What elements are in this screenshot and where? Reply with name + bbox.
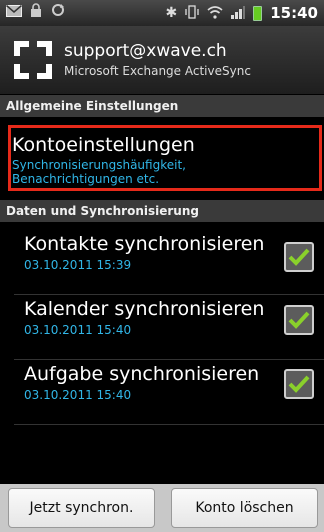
checkmark-icon [288, 248, 310, 266]
account-info: support@xwave.ch Microsoft Exchange Acti… [64, 40, 251, 80]
vibrate-icon [185, 4, 199, 23]
tasks-sync-checkbox[interactable] [284, 369, 314, 399]
divider [14, 294, 324, 295]
mail-icon [6, 0, 22, 26]
exchange-logo-icon [10, 37, 56, 83]
sync-item-date: 03.10.2011 15:40 [24, 323, 132, 337]
sync-item-date: 03.10.2011 15:40 [24, 388, 132, 402]
section-header-general: Allgemeine Einstellungen [0, 95, 324, 117]
signal-icon [231, 4, 246, 23]
account-email: support@xwave.ch [64, 41, 227, 61]
account-settings-subtitle-2: Benachrichtigungen etc. [12, 172, 160, 186]
checkmark-icon [288, 311, 310, 329]
sync-item-date: 03.10.2011 15:39 [24, 258, 132, 272]
bottom-button-bar: Jetzt synchron. Konto löschen [0, 484, 324, 532]
status-time: 15:40 [270, 4, 318, 22]
checkmark-icon [288, 375, 310, 393]
account-type: Microsoft Exchange ActiveSync [64, 64, 251, 78]
account-settings-title: Kontoeinstellungen [12, 134, 195, 156]
status-bar: ✱ 15:40 [0, 0, 324, 26]
wifi-icon [207, 4, 223, 23]
status-icons-right: ✱ 15:40 [166, 4, 318, 23]
calendar-sync-checkbox[interactable] [284, 305, 314, 335]
battery-icon [253, 5, 263, 21]
delete-account-button[interactable]: Konto löschen [171, 488, 318, 528]
divider [14, 359, 324, 360]
sync-item-contacts[interactable]: Kontakte synchronisieren 03.10.2011 15:3… [0, 231, 324, 295]
sync-icon [50, 0, 66, 26]
sync-item-calendar[interactable]: Kalender synchronisieren 03.10.2011 15:4… [0, 296, 324, 360]
account-settings-subtitle-1: Synchronisierungshäufigkeit, [12, 158, 186, 172]
sync-item-label: Kalender synchronisieren [24, 298, 265, 320]
lock-icon [30, 0, 42, 26]
sync-item-tasks[interactable]: Aufgabe synchronisieren 03.10.2011 15:40 [0, 361, 324, 425]
account-settings-item[interactable]: Kontoeinstellungen Synchronisierungshäuf… [8, 125, 322, 191]
contacts-sync-checkbox[interactable] [284, 242, 314, 272]
section-header-data-sync: Daten und Synchronisierung [0, 200, 324, 222]
bluetooth-icon: ✱ [165, 5, 178, 21]
sync-item-label: Aufgabe synchronisieren [24, 363, 260, 385]
divider [14, 424, 324, 425]
account-header: support@xwave.ch Microsoft Exchange Acti… [0, 26, 324, 94]
sync-now-button[interactable]: Jetzt synchron. [8, 488, 155, 528]
sync-item-label: Kontakte synchronisieren [24, 233, 265, 255]
